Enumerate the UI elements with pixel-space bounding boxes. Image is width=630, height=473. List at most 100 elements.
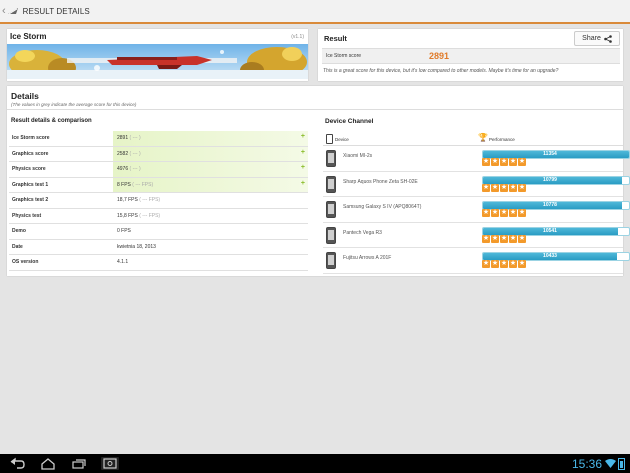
- star-icon: ★: [500, 260, 508, 268]
- result-message: This is a great score for this device, b…: [323, 68, 559, 74]
- performance-score: 10778: [543, 202, 557, 208]
- star-icon: ★: [500, 158, 508, 166]
- 3dmark-logo-icon[interactable]: [7, 6, 19, 16]
- detail-value: 8 FPS ( --- FPS): [117, 182, 153, 188]
- result-detail-row: Demo 0 FPS: [9, 224, 308, 240]
- detail-average: ( --- FPS): [139, 197, 161, 203]
- star-rating: ★ ★ ★ ★ ★: [482, 158, 526, 166]
- comparison-title: Result details & comparison: [11, 118, 92, 124]
- nav-back-icon[interactable]: [8, 457, 26, 470]
- device-row[interactable]: Pantech Vega R3 10541 ★ ★ ★ ★ ★: [323, 223, 630, 248]
- star-icon: ★: [509, 158, 517, 166]
- detail-value: kwietnia 18, 2013: [117, 244, 156, 250]
- detail-label: Graphics test 2: [12, 197, 49, 203]
- detail-value-cell: 8 FPS ( --- FPS) +: [113, 177, 308, 192]
- detail-value-cell: 2891 ( --- ) +: [113, 131, 308, 146]
- performance-column-header: Performance: [489, 137, 515, 142]
- nav-home-icon[interactable]: [40, 457, 56, 470]
- detail-label: Graphics test 1: [12, 181, 49, 188]
- device-row[interactable]: Sharp Aquos Phone Zeta SH-02E 10799 ★ ★ ★ ★ ★: [323, 172, 630, 197]
- star-icon: ★: [509, 234, 517, 243]
- detail-value-text: 15,8 FPS: [117, 212, 138, 219]
- device-name: Pantech Vega R3: [343, 229, 382, 236]
- star-icon: ★: [500, 234, 508, 243]
- system-navigation-bar: 15:36: [0, 454, 630, 473]
- detail-average: ( --- ): [129, 150, 141, 157]
- device-row[interactable]: Xiaomi MI-2s 11354 ★ ★ ★ ★ ★: [323, 146, 630, 172]
- star-icon: ★: [482, 260, 490, 268]
- detail-value-text: kwietnia 18, 2013: [117, 243, 156, 250]
- action-bar: ‹ RESULT DETAILS: [0, 0, 630, 24]
- detail-value-cell: kwietnia 18, 2013: [113, 240, 308, 255]
- score-value: 2891: [429, 51, 450, 61]
- star-icon: ★: [518, 260, 526, 268]
- star-icon: ★: [491, 260, 499, 268]
- detail-label: Physics score: [12, 166, 46, 172]
- share-label: Share: [582, 35, 601, 42]
- result-panel: Result Share Ice Storm score 2891 This i…: [318, 29, 623, 81]
- expand-plus-icon[interactable]: +: [301, 164, 305, 171]
- expand-plus-icon[interactable]: +: [301, 180, 305, 187]
- screen-title: RESULT DETAILS: [22, 6, 90, 16]
- star-icon: ★: [491, 183, 499, 192]
- star-icon: ★: [518, 234, 526, 243]
- device-row[interactable]: Samsung Galaxy S IV (APQ8064T) 10778 ★ ★ ★ ★ ★: [323, 197, 630, 223]
- back-chevron-icon[interactable]: ‹: [2, 5, 6, 17]
- star-icon: ★: [518, 183, 526, 192]
- star-icon: ★: [482, 209, 490, 217]
- phone-icon: [326, 201, 336, 218]
- phone-icon: [326, 226, 336, 244]
- star-icon: ★: [491, 234, 499, 243]
- battery-icon: [618, 458, 625, 470]
- detail-value: 2891 ( --- ): [117, 135, 141, 141]
- detail-value-text: 0 FPS: [117, 228, 131, 234]
- status-clock: 15:36: [572, 457, 603, 471]
- detail-average: ( --- FPS): [132, 181, 154, 188]
- details-title: Details: [11, 91, 39, 101]
- result-detail-row[interactable]: Ice Storm score 2891 ( --- ) +: [9, 131, 308, 147]
- phone-icon: [326, 134, 333, 144]
- device-channel-list: Xiaomi MI-2s 11354 ★ ★ ★ ★ ★ Sharp Aquos Phone …: [323, 146, 630, 274]
- star-icon: ★: [509, 209, 517, 217]
- detail-value-cell: 4976 ( --- ) +: [113, 162, 308, 177]
- share-button[interactable]: Share: [574, 31, 620, 46]
- device-row[interactable]: Fujitsu Arrows A 201F 10433 ★ ★ ★ ★ ★: [323, 248, 630, 274]
- device-channel-header: Device 🏆 Performance: [323, 133, 623, 146]
- result-detail-row[interactable]: Graphics score 2582 ( --- ) +: [9, 146, 308, 162]
- star-rating: ★ ★ ★ ★ ★: [482, 183, 526, 192]
- expand-plus-icon[interactable]: +: [301, 149, 305, 156]
- result-detail-row: Physics test 15,8 FPS ( --- FPS): [9, 209, 308, 224]
- detail-average: ( --- ): [129, 135, 141, 141]
- star-icon: ★: [482, 234, 490, 243]
- expand-plus-icon[interactable]: +: [301, 133, 305, 140]
- detail-value-cell: 18,7 FPS ( --- FPS): [113, 193, 308, 208]
- result-detail-row[interactable]: Graphics test 1 8 FPS ( --- FPS) +: [9, 177, 308, 193]
- result-details-table: Ice Storm score 2891 ( --- ) + Graphics sco…: [9, 131, 308, 271]
- result-detail-row[interactable]: Physics score 4976 ( --- ) +: [9, 162, 308, 178]
- detail-average: ( --- FPS): [139, 212, 161, 219]
- ice-storm-title: Ice Storm: [10, 32, 47, 41]
- detail-value-cell: 2582 ( --- ) +: [113, 146, 308, 161]
- score-row: Ice Storm score 2891: [322, 48, 620, 64]
- score-label: Ice Storm score: [326, 53, 362, 59]
- screenshot-icon[interactable]: [101, 457, 119, 470]
- star-rating: ★ ★ ★ ★ ★: [482, 209, 526, 217]
- detail-value-text: 18,7 FPS: [117, 197, 138, 203]
- nav-recent-icon[interactable]: [71, 457, 87, 470]
- star-rating: ★ ★ ★ ★ ★: [482, 260, 526, 268]
- detail-value-text: 8 FPS: [117, 181, 131, 188]
- detail-value-text: 4.1.1: [117, 259, 129, 265]
- star-icon: ★: [518, 209, 526, 217]
- detail-label: OS version: [12, 259, 39, 265]
- phone-icon: [326, 252, 336, 269]
- device-name: Samsung Galaxy S IV (APQ8064T): [343, 204, 422, 210]
- ice-storm-banner-image: [7, 44, 308, 79]
- star-icon: ★: [509, 260, 517, 268]
- phone-icon: [326, 150, 336, 167]
- detail-value: 0 FPS: [117, 228, 131, 234]
- result-title: Result: [324, 34, 347, 43]
- result-detail-row: OS version 4.1.1: [9, 255, 308, 271]
- detail-label: Demo: [12, 228, 26, 234]
- star-icon: ★: [518, 158, 526, 166]
- detail-value-text: 2582: [117, 150, 129, 157]
